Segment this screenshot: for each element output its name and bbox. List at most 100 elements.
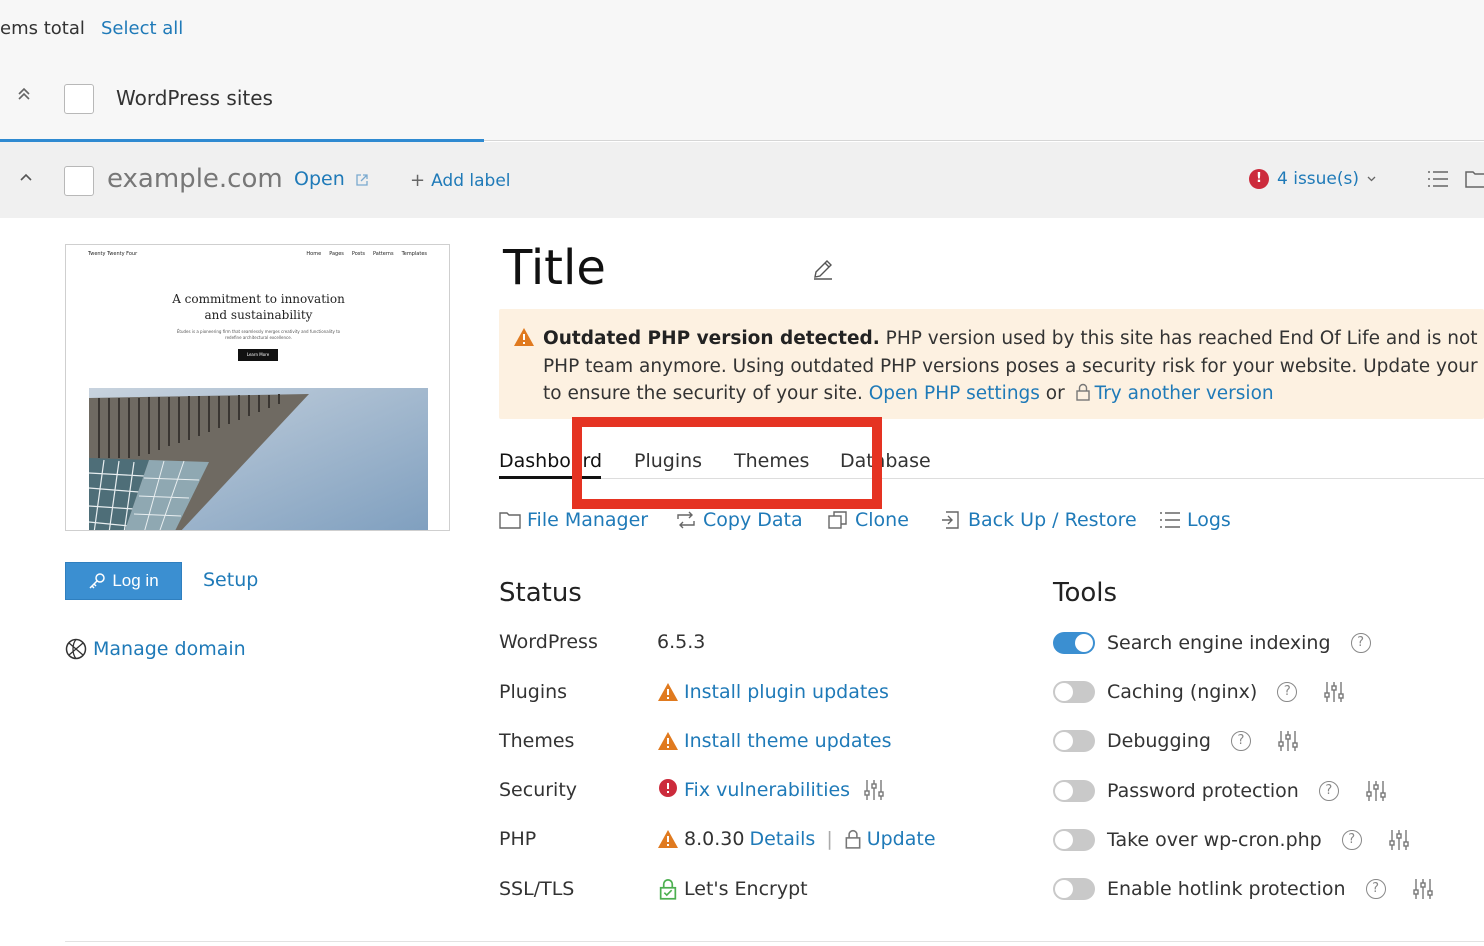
install-theme-updates-link[interactable]: Install theme updates [684, 730, 892, 752]
sliders-icon[interactable] [1365, 780, 1387, 802]
error-icon [659, 779, 677, 797]
manage-domain-label: Manage domain [93, 638, 246, 660]
list-header: ems total Select all WordPress sites [0, 0, 1484, 140]
status-value-php: 8.0.30 Details | Update [657, 828, 936, 850]
wp-cron-toggle[interactable] [1053, 829, 1095, 851]
clone-link[interactable]: Clone [827, 509, 909, 531]
add-label-text: Add label [431, 171, 511, 191]
copy-data-label: Copy Data [703, 509, 803, 531]
tool-label: Enable hotlink protection [1107, 878, 1346, 900]
open-php-settings-link[interactable]: Open PHP settings [869, 383, 1040, 404]
file-manager-label: File Manager [527, 509, 649, 531]
collapse-site-icon[interactable] [16, 170, 36, 190]
logs-icon [1160, 512, 1180, 528]
preview-button: Learn More [238, 349, 278, 361]
sliders-icon[interactable] [863, 779, 885, 801]
outdated-php-warning: Outdated PHP version detected. PHP versi… [499, 309, 1484, 419]
tools-heading: Tools [1053, 578, 1118, 608]
preview-headline: A commitment to innovation and sustainab… [172, 292, 345, 322]
select-all-link[interactable]: Select all [101, 18, 183, 39]
logs-link[interactable]: Logs [1159, 509, 1231, 531]
log-in-button[interactable]: Log in [65, 562, 182, 600]
status-value-wordpress: 6.5.3 [657, 631, 705, 653]
site-checkbox[interactable] [64, 166, 94, 196]
back-up-restore-label: Back Up / Restore [968, 509, 1137, 531]
tool-label: Debugging [1107, 730, 1211, 752]
folder-icon [499, 512, 521, 529]
copy-data-link[interactable]: Copy Data [675, 509, 803, 531]
tool-label: Password protection [1107, 780, 1299, 802]
try-another-version-link[interactable]: Try another version [1095, 383, 1274, 404]
status-label-security: Security [499, 779, 578, 801]
setup-link[interactable]: Setup [203, 569, 258, 591]
back-up-restore-link[interactable]: Back Up / Restore [940, 509, 1137, 531]
warning-icon [658, 830, 678, 848]
edit-pencil-icon[interactable] [811, 257, 835, 281]
clone-icon [828, 511, 847, 529]
preview-nav-item: Templates [401, 251, 427, 257]
warning-icon [658, 732, 678, 750]
sliders-icon[interactable] [1323, 681, 1345, 703]
add-label-button[interactable]: + Add label [410, 170, 511, 191]
collapse-all-icon[interactable] [14, 86, 34, 110]
site-preview-thumbnail[interactable]: Twenty Twenty Four Home Pages Posts Patt… [65, 244, 450, 531]
list-view-icon[interactable] [1427, 170, 1449, 188]
debugging-toggle[interactable] [1053, 730, 1095, 752]
preview-nav-item: Posts [351, 251, 365, 257]
preview-nav-item: Pages [329, 251, 344, 257]
help-icon[interactable]: ? [1350, 633, 1371, 653]
sliders-icon[interactable] [1388, 829, 1410, 851]
open-label: Open [294, 168, 345, 190]
status-label-php: PHP [499, 828, 537, 850]
file-manager-link[interactable]: File Manager [499, 509, 648, 531]
search-engine-indexing-toggle[interactable] [1053, 632, 1095, 654]
password-protection-toggle[interactable] [1053, 780, 1095, 802]
chevron-down-icon [1367, 174, 1376, 185]
help-icon[interactable]: ? [1230, 731, 1251, 751]
lock-icon [1075, 383, 1090, 401]
logs-label: Logs [1187, 509, 1231, 531]
lock-icon [845, 829, 861, 849]
status-heading: Status [499, 578, 582, 608]
error-icon: ! [1249, 169, 1269, 189]
warning-or: or [1039, 383, 1071, 404]
status-label-ssl: SSL/TLS [499, 878, 575, 900]
secure-lock-icon [659, 878, 677, 900]
divider [484, 140, 1484, 141]
tool-row-password-protection: Password protection ? [1053, 780, 1387, 802]
help-icon[interactable]: ? [1341, 830, 1362, 850]
sliders-icon[interactable] [1277, 730, 1299, 752]
php-version: 8.0.30 [684, 828, 745, 850]
status-value-plugins: Install plugin updates [657, 681, 889, 703]
php-update-link[interactable]: Update [867, 828, 936, 850]
tool-label: Take over wp-cron.php [1107, 829, 1322, 851]
fix-vulnerabilities-link[interactable]: Fix vulnerabilities [684, 779, 850, 801]
status-label-themes: Themes [499, 730, 575, 752]
separator: | [826, 828, 833, 850]
group-checkbox[interactable] [64, 84, 94, 114]
warning-title: Outdated PHP version detected. [543, 328, 880, 349]
key-icon [89, 573, 106, 589]
help-icon[interactable]: ? [1318, 781, 1339, 801]
preview-brand: Twenty Twenty Four [88, 251, 138, 257]
status-value-security: Fix vulnerabilities [657, 779, 885, 801]
open-site-link[interactable]: Open [294, 168, 369, 190]
log-in-label: Log in [112, 571, 159, 590]
status-label-plugins: Plugins [499, 681, 568, 703]
domain-icon [65, 638, 87, 660]
caching-toggle[interactable] [1053, 681, 1095, 703]
issues-dropdown[interactable]: ! 4 issue(s) [1249, 169, 1376, 189]
help-icon[interactable]: ? [1365, 879, 1386, 899]
status-value-themes: Install theme updates [657, 730, 892, 752]
hotlink-protection-toggle[interactable] [1053, 878, 1095, 900]
install-plugin-updates-link[interactable]: Install plugin updates [684, 681, 889, 703]
php-details-link[interactable]: Details [749, 828, 815, 850]
group-label: WordPress sites [116, 86, 273, 110]
warning-line3: to ensure the security of your site. [543, 383, 869, 404]
sliders-icon[interactable] [1412, 878, 1434, 900]
tool-row-debugging: Debugging ? [1053, 730, 1299, 752]
folder-icon[interactable] [1465, 170, 1484, 188]
help-icon[interactable]: ? [1277, 682, 1298, 702]
manage-domain-link[interactable]: Manage domain [65, 638, 246, 660]
plus-icon: + [410, 170, 426, 191]
